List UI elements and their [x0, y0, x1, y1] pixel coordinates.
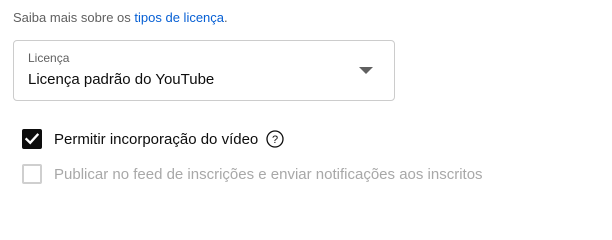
license-select-label: Licença [28, 51, 70, 65]
publish-to-feed-label: Publicar no feed de inscrições e enviar … [54, 165, 483, 183]
help-glyph: ? [272, 134, 278, 146]
publish-to-feed-option: Publicar no feed de inscrições e enviar … [22, 163, 483, 185]
license-select[interactable]: Licença Licença padrão do YouTube [13, 40, 395, 101]
license-info-prefix: Saiba mais sobre os [13, 10, 135, 25]
license-info-suffix: . [224, 10, 228, 25]
dropdown-arrow-icon [359, 67, 373, 74]
allow-embedding-checkbox[interactable] [22, 129, 42, 149]
license-types-link[interactable]: tipos de licença [134, 10, 224, 25]
allow-embedding-label: Permitir incorporação do vídeo [54, 130, 259, 148]
license-info-text: Saiba mais sobre os tipos de licença. [13, 10, 228, 25]
license-select-value: Licença padrão do YouTube [28, 71, 215, 88]
allow-embedding-option: Permitir incorporação do vídeo ? [22, 128, 284, 150]
checkmark-icon [25, 133, 39, 145]
help-circle-icon[interactable]: ? [266, 130, 284, 148]
publish-to-feed-checkbox [22, 164, 42, 184]
help-circle-shape: ? [266, 130, 284, 148]
